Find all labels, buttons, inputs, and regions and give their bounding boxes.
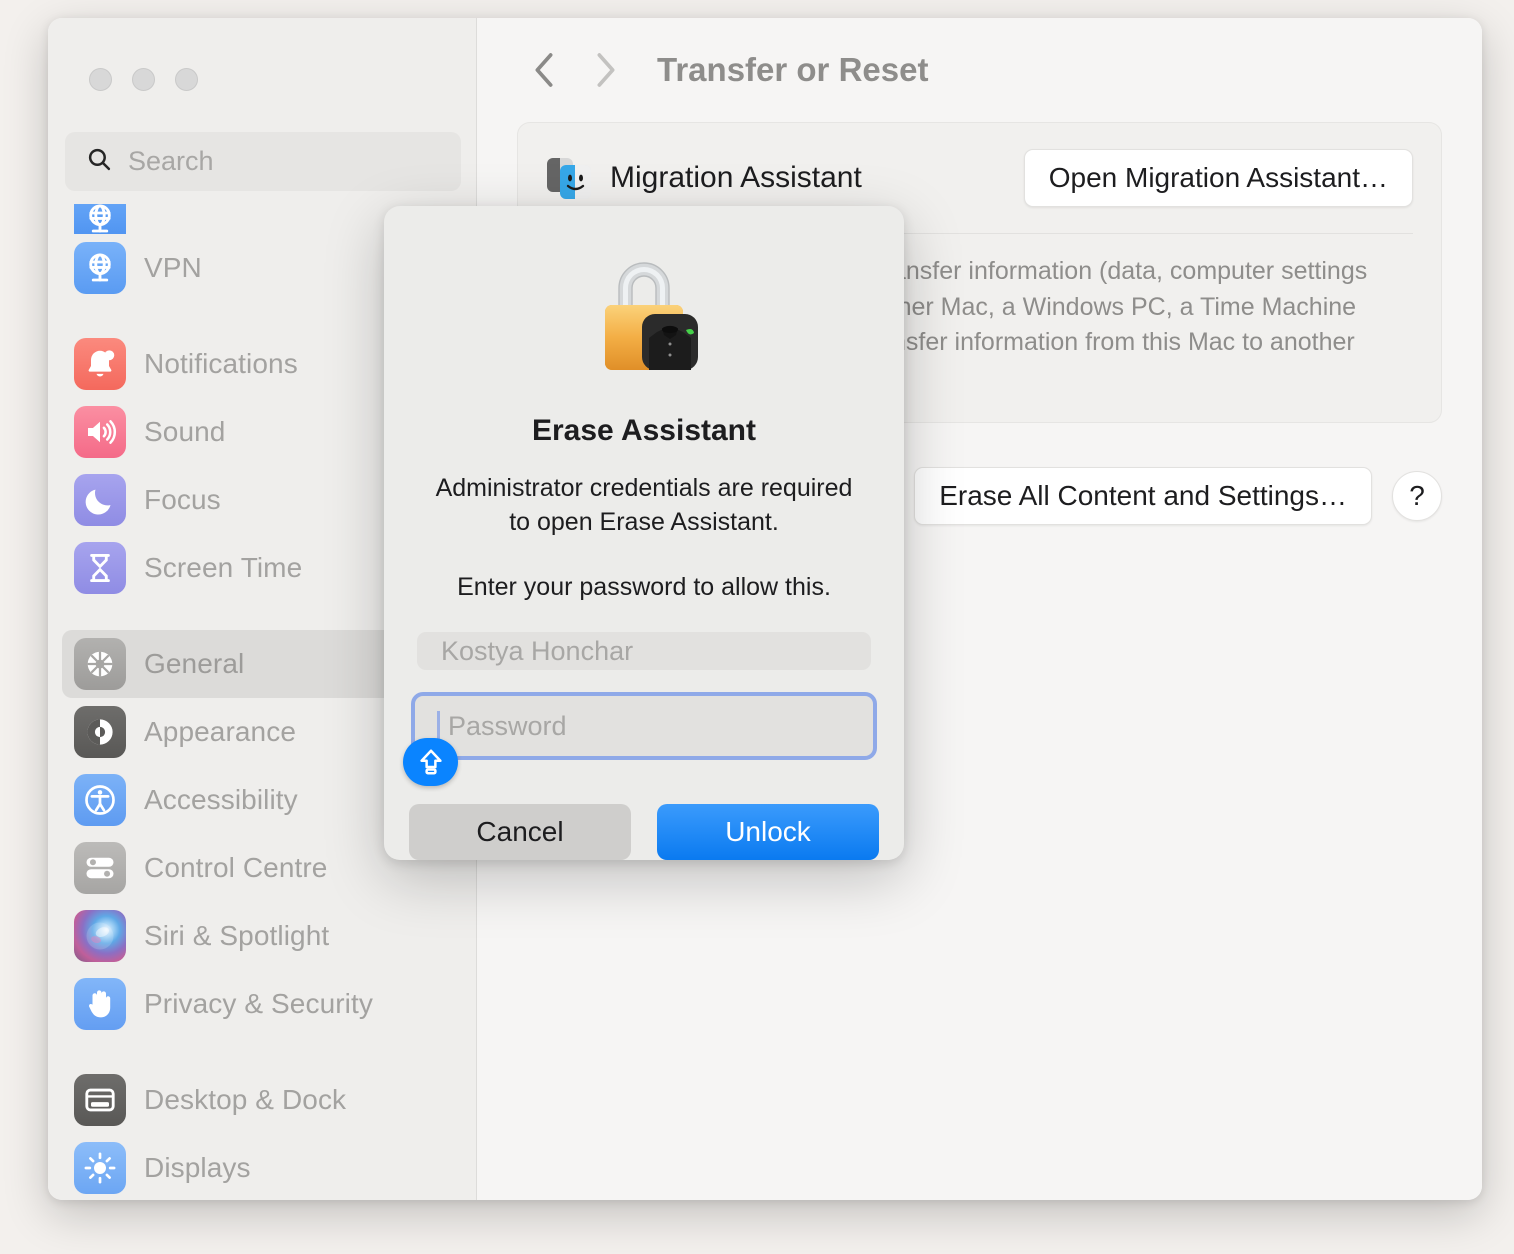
desktop-icon [74,1074,126,1126]
sidebar-item-label: VPN [144,252,202,284]
dialog-title: Erase Assistant [532,414,756,448]
erase-assistant-auth-dialog: Erase Assistant Administrator credential… [384,206,904,860]
sidebar-item-label: Accessibility [144,784,298,816]
sidebar-item-label: Siri & Spotlight [144,920,329,952]
page-title: Transfer or Reset [657,51,928,89]
sidebar-item-label: Desktop & Dock [144,1084,346,1116]
lock-with-tuxedo-icon [585,252,703,380]
hourglass-icon [74,542,126,594]
zoom-button[interactable] [175,68,198,91]
close-button[interactable] [89,68,112,91]
sidebar-item-label: Sound [144,416,225,448]
open-migration-assistant-button[interactable]: Open Migration Assistant… [1024,149,1413,207]
sidebar-item-displays[interactable]: Displays [62,1134,463,1200]
toggles-icon [74,842,126,894]
network-icon [74,204,126,234]
text-caret [437,711,440,742]
erase-all-content-button[interactable]: Erase All Content and Settings… [914,467,1372,525]
system-settings-window: VPN Notifications Sound Focus Screen Time… [48,18,1482,1200]
back-button[interactable] [517,43,571,97]
sidebar-item-label: General [144,648,244,680]
accessibility-icon [74,774,126,826]
password-field-wrapper: Password [411,692,877,760]
vpn-globe-icon [74,242,126,294]
nav-separator [48,1038,477,1066]
moon-icon [74,474,126,526]
minimise-button[interactable] [132,68,155,91]
hand-icon [74,978,126,1030]
sidebar-item-privacy-security[interactable]: Privacy & Security [62,970,463,1038]
search-input[interactable] [128,146,428,177]
sidebar-item-label: Focus [144,484,221,516]
dialog-message: Administrator credentials are required t… [424,472,864,539]
cancel-button[interactable]: Cancel [409,804,631,860]
traffic-lights [89,68,198,91]
siri-orb-icon [74,910,126,962]
sidebar-item-label: Notifications [144,348,298,380]
search-field[interactable] [65,132,461,191]
sidebar-item-desktop-dock[interactable]: Desktop & Dock [62,1066,463,1134]
sidebar-item-siri-spotlight[interactable]: Siri & Spotlight [62,902,463,970]
contrast-icon [74,706,126,758]
caps-lock-icon [403,738,458,786]
help-button[interactable]: ? [1392,471,1442,521]
password-placeholder: Password [448,711,567,742]
sidebar-item-label: Control Centre [144,852,327,884]
sidebar-item-label: Privacy & Security [144,988,373,1020]
migration-assistant-icon [546,155,592,201]
forward-button[interactable] [579,43,633,97]
detail-header: Transfer or Reset [477,18,1482,122]
sidebar-item-label: Screen Time [144,552,302,584]
brightness-icon [74,1142,126,1194]
dialog-buttons: Cancel Unlock [409,804,879,860]
username-field[interactable]: Kostya Honchar [417,632,871,670]
unlock-button[interactable]: Unlock [657,804,879,860]
sidebar-item-label: Displays [144,1152,251,1184]
bell-icon [74,338,126,390]
speaker-icon [74,406,126,458]
migration-assistant-title: Migration Assistant [610,161,862,195]
search-icon [87,147,112,177]
dialog-subtext: Enter your password to allow this. [457,573,831,602]
sidebar-item-label: Appearance [144,716,296,748]
password-field[interactable]: Password [411,692,877,760]
gear-icon [74,638,126,690]
